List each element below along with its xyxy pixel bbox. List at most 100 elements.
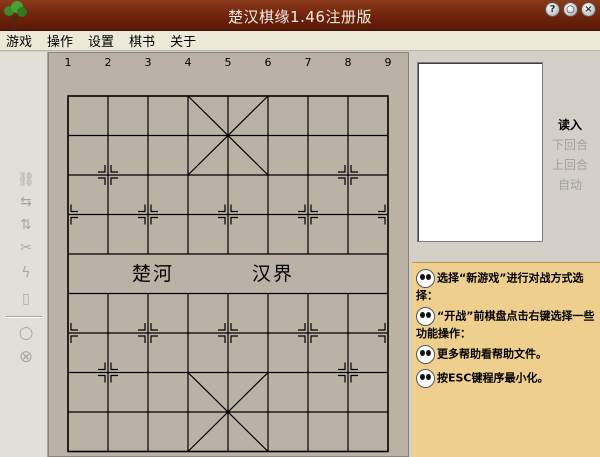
- position-marker: [310, 204, 318, 213]
- position-marker: [298, 335, 306, 343]
- help-button[interactable]: ?: [545, 2, 560, 17]
- link-icon[interactable]: ⛓: [17, 171, 35, 189]
- position-marker: [138, 216, 146, 225]
- position-marker: [230, 323, 238, 331]
- position-marker: [230, 216, 238, 225]
- read-button[interactable]: 读入: [550, 116, 590, 133]
- close-button[interactable]: ×: [581, 2, 596, 17]
- chess-board[interactable]: 1 2 3 4 5 6 7 8 9 楚河 汉界: [48, 52, 409, 457]
- lightning-icon[interactable]: ϟ: [17, 264, 35, 282]
- position-marker: [98, 374, 106, 383]
- menu-bar: 游戏 操作 设置 棋书 关于: [0, 31, 600, 51]
- menu-operate[interactable]: 操作: [47, 31, 73, 50]
- toolbar-separator: [6, 316, 42, 318]
- left-toolbar: ⛓ ⇆ ⇅ ✂ ϟ ▯ ○ ⊗: [0, 52, 48, 457]
- help-text: “开战”前棋盘点击右键选择一些功能操作：: [416, 309, 595, 341]
- position-marker: [150, 204, 158, 213]
- position-marker: [218, 335, 226, 343]
- menu-settings[interactable]: 设置: [88, 31, 114, 50]
- help-text: 按ESC键程序最小化。: [437, 371, 549, 385]
- position-marker: [338, 362, 346, 371]
- help-text: 选择“新游戏”进行对战方式选择：: [416, 271, 584, 303]
- move-record-list[interactable]: [417, 62, 543, 242]
- position-marker: [378, 216, 386, 225]
- position-marker: [310, 323, 318, 331]
- position-marker: [150, 335, 158, 343]
- column-number: 1: [65, 56, 72, 69]
- position-marker: [98, 177, 106, 185]
- position-marker: [110, 362, 118, 371]
- river-text-han: 汉界: [252, 263, 294, 285]
- page-icon[interactable]: ▯: [17, 290, 35, 308]
- panda-icon: [416, 369, 435, 388]
- position-marker: [230, 335, 238, 343]
- minimize-button[interactable]: ○: [563, 2, 578, 17]
- board-grid: 1 2 3 4 5 6 7 8 9 楚河 汉界: [65, 56, 392, 453]
- help-item: 选择“新游戏”进行对战方式选择：: [416, 269, 596, 303]
- position-marker: [378, 335, 386, 343]
- position-marker: [138, 323, 146, 331]
- help-text: 更多帮助看帮助文件。: [437, 347, 547, 361]
- position-marker: [350, 165, 358, 173]
- position-marker: [350, 177, 358, 185]
- position-marker: [338, 165, 346, 173]
- column-number: 4: [185, 56, 192, 69]
- position-marker: [230, 204, 238, 213]
- position-marker: [350, 362, 358, 371]
- help-item: 按ESC键程序最小化。: [416, 369, 596, 388]
- app-window: 楚汉棋缘1.46注册版 ? ○ × 游戏 操作 设置 棋书 关于 ⛓ ⇆ ⇅ ✂…: [0, 0, 600, 457]
- position-marker: [338, 177, 346, 185]
- menu-game[interactable]: 游戏: [6, 31, 32, 50]
- position-marker: [350, 374, 358, 383]
- position-marker: [310, 216, 318, 225]
- position-marker: [70, 204, 78, 213]
- menu-chess-book[interactable]: 棋书: [129, 31, 155, 50]
- position-marker: [378, 204, 386, 213]
- position-marker: [138, 335, 146, 343]
- panda-icon: [416, 345, 435, 364]
- position-marker: [70, 216, 78, 225]
- position-marker: [298, 323, 306, 331]
- help-panel: 选择“新游戏”进行对战方式选择： “开战”前棋盘点击右键选择一些功能操作： 更多…: [412, 262, 600, 457]
- chess-piece-icon[interactable]: ⊗: [17, 348, 35, 366]
- position-marker: [70, 335, 78, 343]
- title-bar[interactable]: 楚汉棋缘1.46注册版 ? ○ ×: [0, 0, 600, 31]
- column-number: 5: [225, 56, 232, 69]
- prev-round-button[interactable]: 上回合: [550, 156, 590, 173]
- column-number: 2: [105, 56, 112, 69]
- panda-icon: [416, 269, 435, 288]
- help-item: “开战”前棋盘点击右键选择一些功能操作：: [416, 307, 596, 341]
- river-text-chu: 楚河: [132, 263, 174, 285]
- circle-icon[interactable]: ○: [17, 324, 35, 342]
- column-number: 7: [305, 56, 312, 69]
- position-marker: [310, 335, 318, 343]
- auto-button[interactable]: 自动: [550, 176, 590, 193]
- column-number: 3: [145, 56, 152, 69]
- scissors-icon[interactable]: ✂: [17, 239, 35, 257]
- up-down-icon[interactable]: ⇅: [17, 216, 35, 234]
- position-marker: [110, 374, 118, 383]
- position-marker: [218, 204, 226, 213]
- position-marker: [298, 216, 306, 225]
- column-number: 6: [265, 56, 272, 69]
- next-round-button[interactable]: 下回合: [550, 136, 590, 153]
- position-marker: [218, 323, 226, 331]
- window-title: 楚汉棋缘1.46注册版: [228, 8, 372, 26]
- position-marker: [150, 323, 158, 331]
- position-marker: [110, 177, 118, 185]
- help-item: 更多帮助看帮助文件。: [416, 345, 596, 364]
- position-marker: [98, 362, 106, 371]
- position-marker: [378, 323, 386, 331]
- column-number: 8: [345, 56, 352, 69]
- window-controls: ? ○ ×: [545, 2, 596, 17]
- position-marker: [138, 204, 146, 213]
- position-marker: [110, 165, 118, 173]
- menu-about[interactable]: 关于: [170, 31, 196, 50]
- position-marker: [298, 204, 306, 213]
- panda-icon: [416, 307, 435, 326]
- position-marker: [150, 216, 158, 225]
- position-marker: [338, 374, 346, 383]
- column-number: 9: [385, 56, 392, 69]
- position-marker: [218, 216, 226, 225]
- swap-icon[interactable]: ⇆: [17, 193, 35, 211]
